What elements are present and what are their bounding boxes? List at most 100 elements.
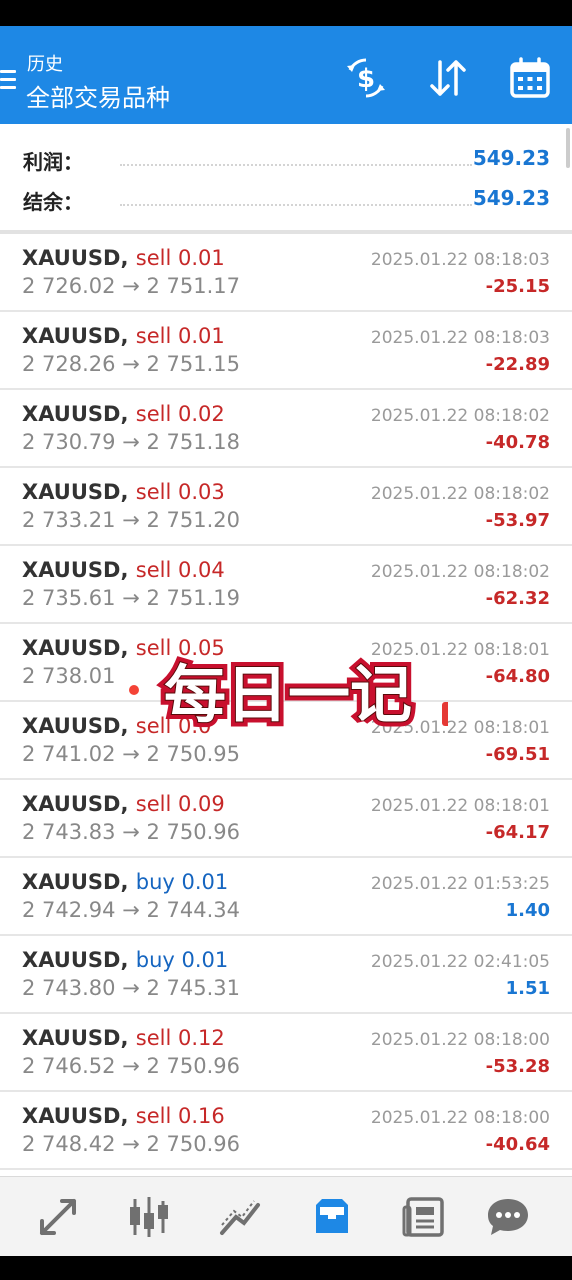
summary-panel: 利润： 549.23 结余： 549.23 (0, 124, 572, 230)
trade-symbol: XAUUSD, buy 0.01 (22, 870, 228, 894)
sort-icon[interactable] (426, 56, 470, 100)
trade-side: sell 0.12 (135, 1026, 225, 1050)
trade-row[interactable]: XAUUSD, sell 0.01 2 728.26 → 2 751.15 2025… (0, 312, 572, 390)
trade-side: sell 0.04 (135, 558, 225, 582)
trade-profit: -62.32 (485, 588, 550, 609)
symbol-text: XAUUSD, (22, 246, 129, 270)
trade-side: sell 0.02 (135, 402, 225, 426)
trade-prices: 2 743.80 → 2 745.31 (22, 976, 240, 1000)
trade-row[interactable]: XAUUSD, sell 0.09 2 743.83 → 2 750.96 2025… (0, 780, 572, 858)
trade-profit: 1.40 (505, 900, 550, 921)
profit-value: 549.23 (472, 146, 550, 170)
symbol-text: XAUUSD, (22, 870, 129, 894)
trade-time: 2025.01.22 08:18:00 (370, 1030, 550, 1050)
trade-prices: 2 742.94 → 2 744.34 (22, 898, 240, 922)
scrollbar[interactable] (566, 128, 570, 168)
symbol-text: XAUUSD, (22, 558, 129, 582)
trade-prices: 2 748.42 → 2 750.96 (22, 1132, 240, 1156)
trade-time: 2025.01.22 08:18:01 (370, 796, 550, 816)
symbol-text: XAUUSD, (22, 1026, 129, 1050)
trade-profit: 1.51 (505, 978, 550, 999)
trade-time: 2025.01.22 08:18:03 (370, 328, 550, 348)
trade-side: sell 0.16 (135, 1104, 225, 1128)
trade-symbol: XAUUSD, sell 0.01 (22, 246, 225, 270)
news-icon[interactable] (400, 1193, 448, 1241)
currency-exchange-icon[interactable]: $ (344, 56, 388, 100)
svg-text:$: $ (357, 64, 375, 94)
trade-side: sell 0.01 (135, 324, 225, 348)
trade-profit: -53.97 (485, 510, 550, 531)
history-icon[interactable] (308, 1193, 356, 1241)
bottom-navigation (0, 1176, 572, 1256)
trade-symbol: XAUUSD, sell 0.02 (22, 402, 225, 426)
trade-row[interactable]: XAUUSD, sell 0.01 2 726.02 → 2 751.17 2025… (0, 234, 572, 312)
trade-row[interactable]: XAUUSD, sell 0.04 2 735.61 → 2 751.19 2025… (0, 546, 572, 624)
trade-row[interactable]: XAUUSD, sell 0.02 2 730.79 → 2 751.18 2025… (0, 390, 572, 468)
profit-label: 利润： (23, 150, 83, 174)
trade-symbol: XAUUSD, sell 0.03 (22, 480, 225, 504)
trade-profit: -64.80 (485, 666, 550, 687)
trade-side: sell 0.09 (135, 792, 225, 816)
trade-icon[interactable] (216, 1193, 264, 1241)
trade-row[interactable]: XAUUSD, buy 0.01 2 742.94 → 2 744.34 2025.… (0, 858, 572, 936)
trade-time: 2025.01.22 02:41:05 (370, 952, 550, 972)
trade-symbol: XAUUSD, sell 0.12 (22, 1026, 225, 1050)
menu-icon[interactable] (0, 70, 18, 92)
trade-prices: 2 738.01 (22, 664, 116, 688)
trade-prices: 2 733.21 → 2 751.20 (22, 508, 240, 532)
chart-icon[interactable] (125, 1193, 173, 1241)
dotted-leader (120, 204, 472, 206)
system-nav-bar (0, 1256, 572, 1280)
trade-row[interactable]: XAUUSD, sell 0.03 2 733.21 → 2 751.20 2025… (0, 468, 572, 546)
dotted-leader (120, 164, 472, 166)
calendar-icon[interactable] (508, 56, 552, 100)
balance-row: 结余： 549.23 (0, 186, 572, 216)
trade-row[interactable]: XAUUSD, sell 0.12 2 746.52 → 2 750.96 2025… (0, 1014, 572, 1092)
trade-row[interactable]: XAUUSD, buy 0.01 2 743.80 → 2 745.31 2025.… (0, 936, 572, 1014)
trade-side: buy 0.01 (135, 948, 229, 972)
trade-side: sell 0.03 (135, 480, 225, 504)
trade-time: 2025.01.22 08:18:02 (370, 484, 550, 504)
symbol-text: XAUUSD, (22, 792, 129, 816)
symbol-text: XAUUSD, (22, 480, 129, 504)
balance-label: 结余： (23, 190, 83, 214)
quotes-icon[interactable] (34, 1193, 82, 1241)
trade-time: 2025.01.22 08:18:02 (370, 406, 550, 426)
trade-symbol: XAUUSD, sell 0.01 (22, 324, 225, 348)
symbol-text: XAUUSD, (22, 324, 129, 348)
trade-symbol: XAUUSD, sell 0.16 (22, 1104, 225, 1128)
trade-prices: 2 741.02 → 2 750.95 (22, 742, 240, 766)
symbol-text: XAUUSD, (22, 1104, 129, 1128)
profit-row: 利润： 549.23 (0, 146, 572, 176)
sticker-image: 每日一记 每日一记 (129, 650, 448, 736)
trade-prices: 2 730.79 → 2 751.18 (22, 430, 240, 454)
trade-time: 2025.01.22 01:53:25 (370, 874, 550, 894)
trade-prices: 2 726.02 → 2 751.17 (22, 274, 240, 298)
trade-profit: -40.78 (485, 432, 550, 453)
trade-symbol: XAUUSD, buy 0.01 (22, 948, 228, 972)
sticker-text-outline: 每日一记 (164, 658, 412, 731)
trade-symbol: XAUUSD, sell 0.04 (22, 558, 225, 582)
header-title[interactable]: 全部交易品种 (26, 78, 170, 113)
trade-time: 2025.01.22 08:18:02 (370, 562, 550, 582)
app-header: 历史 全部交易品种 $ (0, 26, 572, 124)
symbol-text: XAUUSD, (22, 636, 129, 660)
header-subtitle: 历史 (27, 54, 63, 75)
symbol-text: XAUUSD, (22, 402, 129, 426)
trade-prices: 2 746.52 → 2 750.96 (22, 1054, 240, 1078)
trade-prices: 2 735.61 → 2 751.19 (22, 586, 240, 610)
trade-prices: 2 728.26 → 2 751.15 (22, 352, 240, 376)
trade-profit: -25.15 (485, 276, 550, 297)
trade-profit: -64.17 (485, 822, 550, 843)
messages-icon[interactable] (484, 1193, 532, 1241)
status-bar (0, 0, 572, 26)
trade-profit: -53.28 (485, 1056, 550, 1077)
trade-row[interactable]: XAUUSD, sell 0.16 2 748.42 → 2 750.96 2025… (0, 1092, 572, 1170)
lantern-icon (129, 685, 139, 695)
trade-side: sell 0.01 (135, 246, 225, 270)
trade-profit: -22.89 (485, 354, 550, 375)
symbol-text: XAUUSD, (22, 714, 129, 738)
firecracker-icon (442, 702, 448, 726)
trade-profit: -40.64 (485, 1134, 550, 1155)
trade-side: buy 0.01 (135, 870, 229, 894)
